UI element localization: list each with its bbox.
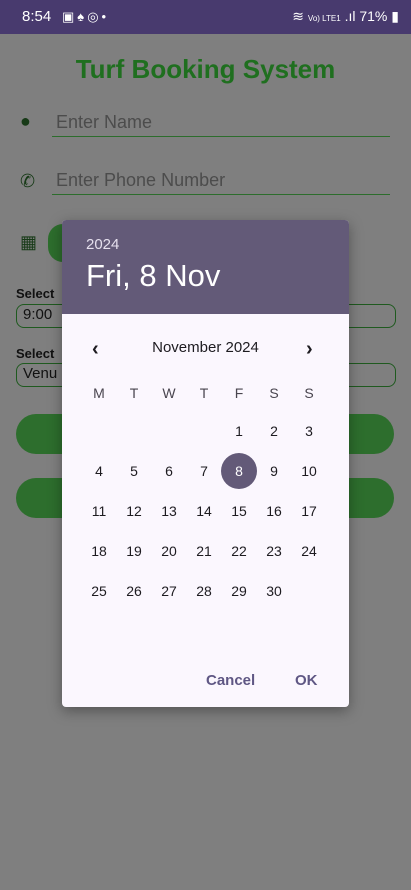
chevron-right-icon[interactable]: ›: [306, 338, 313, 361]
ok-button[interactable]: OK: [295, 672, 318, 689]
calendar-day[interactable]: 23: [256, 533, 292, 569]
calendar-day[interactable]: 14: [186, 493, 222, 529]
calendar-day[interactable]: 28: [186, 573, 222, 609]
status-bar: 8:54 ▣♠◎• ≋ Vo) LTE1 .ıl 71% ▮: [0, 0, 411, 34]
calendar-day[interactable]: 9: [256, 453, 292, 489]
date-picker-dialog: 2024 Fri, 8 Nov ‹ November 2024 › MTWTFS…: [62, 220, 349, 707]
signal-icon: .ıl: [344, 8, 356, 24]
calendar-day[interactable]: 13: [151, 493, 187, 529]
calendar-day[interactable]: 21: [186, 533, 222, 569]
weekday-header: F: [234, 385, 244, 401]
calendar-day[interactable]: 22: [221, 533, 257, 569]
calendar-day[interactable]: 29: [221, 573, 257, 609]
time-value: 9:00: [23, 306, 53, 323]
calendar-day[interactable]: 3: [291, 413, 327, 449]
picker-year[interactable]: 2024: [86, 236, 119, 253]
battery-icon: ▮: [391, 8, 399, 24]
person-icon: ●: [20, 111, 31, 131]
weekday-header: W: [162, 385, 176, 401]
weekday-header: S: [304, 385, 314, 401]
calendar-day[interactable]: 2: [256, 413, 292, 449]
name-placeholder: Enter Name: [56, 112, 153, 132]
phone-input[interactable]: Enter Phone Number: [52, 168, 390, 195]
selected-day[interactable]: 8: [221, 453, 257, 489]
status-time: 8:54: [22, 8, 52, 25]
calendar-day[interactable]: 12: [116, 493, 152, 529]
gallery-icon: ▣: [62, 9, 78, 24]
calendar-day[interactable]: 19: [116, 533, 152, 569]
weekday-header: T: [199, 385, 209, 401]
calendar-day[interactable]: 10: [291, 453, 327, 489]
calendar-day[interactable]: 20: [151, 533, 187, 569]
phone-icon: ✆: [20, 171, 36, 191]
notification-icons: ▣♠◎•: [62, 9, 109, 25]
calendar-day[interactable]: 18: [81, 533, 117, 569]
calendar-day[interactable]: 24: [291, 533, 327, 569]
battery-percent: 71%: [359, 8, 388, 24]
date-picker-header: 2024 Fri, 8 Nov: [62, 220, 349, 314]
status-right: ≋ Vo) LTE1 .ıl 71% ▮: [292, 8, 399, 25]
calendar-day[interactable]: 15: [221, 493, 257, 529]
calendar-day[interactable]: 1: [221, 413, 257, 449]
select-time-label: Select: [16, 286, 55, 301]
calendar-day[interactable]: 11: [81, 493, 117, 529]
calendar-day[interactable]: 5: [116, 453, 152, 489]
venue-value: Venu: [23, 365, 58, 382]
network-label: Vo) LTE1: [307, 14, 341, 23]
select-venue-label: Select: [16, 346, 55, 361]
calendar-day[interactable]: 7: [186, 453, 222, 489]
calendar-day[interactable]: 17: [291, 493, 327, 529]
phone-placeholder: Enter Phone Number: [56, 170, 226, 190]
calendar-icon: ▦: [20, 232, 38, 252]
picker-selected-date: Fri, 8 Nov: [86, 258, 221, 293]
calendar-day[interactable]: 25: [81, 573, 117, 609]
whatsapp-icon: ◎: [87, 9, 102, 24]
cancel-button[interactable]: Cancel: [206, 672, 255, 689]
dot-icon: •: [101, 9, 110, 24]
weekday-header: M: [93, 385, 105, 401]
calendar-day[interactable]: 16: [256, 493, 292, 529]
name-input[interactable]: Enter Name: [52, 110, 390, 137]
calendar-day[interactable]: 27: [151, 573, 187, 609]
wifi-icon: ≋: [292, 8, 305, 24]
snapchat-icon: ♠: [77, 9, 88, 24]
weekday-header: T: [129, 385, 139, 401]
calendar-day[interactable]: 26: [116, 573, 152, 609]
app-title: Turf Booking System: [75, 54, 336, 84]
calendar-day[interactable]: 4: [81, 453, 117, 489]
weekday-header: S: [269, 385, 279, 401]
calendar-day[interactable]: 30: [256, 573, 292, 609]
calendar-day[interactable]: 6: [151, 453, 187, 489]
